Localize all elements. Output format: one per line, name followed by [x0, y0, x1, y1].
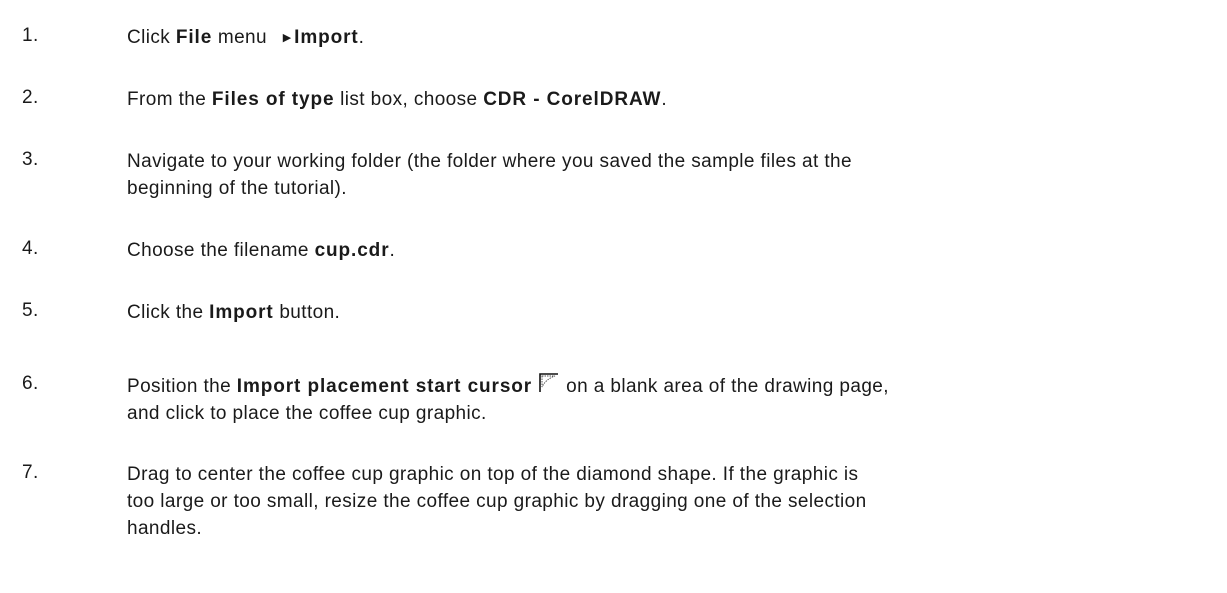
step-text-run: Drag to center the coffee cup graphic on…: [127, 464, 859, 485]
step-text-run: Click the: [127, 302, 210, 323]
bold-term: Files of type: [211, 89, 335, 110]
step-number: 5.: [22, 300, 39, 321]
step-text-run: beginning of the tutorial).: [127, 178, 347, 199]
step-number: 3.: [22, 149, 39, 170]
step-text-run: Position the: [127, 376, 237, 397]
bold-term: Import: [209, 302, 274, 323]
bold-term: cup.cdr: [314, 240, 390, 261]
bold-term: Import placement start cursor: [236, 376, 533, 397]
menu-arrow-icon: ▶: [282, 32, 292, 44]
step-text-run: .: [661, 89, 668, 110]
step-text-run: .: [389, 240, 396, 261]
step-text-run: From the: [127, 89, 212, 110]
bold-term: CDR - CorelDRAW: [483, 89, 662, 110]
step-text: Navigate to your working folder (the fol…: [127, 148, 1212, 202]
tutorial-steps: 1. Click File menu ▶ Import. 2. From the …: [0, 0, 1227, 593]
step-text: Choose the filename cup.cdr.: [127, 237, 1212, 264]
step-number: 6.: [22, 373, 39, 394]
step-text-run: Click: [127, 27, 176, 48]
step-text-run: .: [358, 27, 365, 48]
step-number: 4.: [22, 238, 39, 259]
import-placement-cursor-icon: [539, 373, 559, 392]
step-text-run: menu: [212, 27, 273, 48]
step-text: Drag to center the coffee cup graphic on…: [127, 461, 1212, 542]
step-text-run: on a blank area of the drawing page,: [566, 376, 889, 397]
step-number: 2.: [22, 87, 39, 108]
step-text-run: handles.: [127, 518, 203, 539]
step-text: Click File menu ▶ Import.: [127, 24, 1212, 52]
step-text: Position the Import placement start curs…: [127, 372, 1212, 427]
step-text: Click the Import button.: [127, 299, 1212, 326]
step-number: 1.: [22, 25, 39, 46]
step-number: 7.: [22, 462, 39, 483]
step-text-run: Choose the filename: [127, 240, 315, 261]
step-text-run: too large or too small, resize the coffe…: [127, 491, 867, 512]
step-text: From the Files of type list box, choose …: [127, 86, 1212, 113]
step-text-run: list box, choose: [334, 89, 484, 110]
bold-term: File: [175, 27, 213, 48]
step-text-run: button.: [273, 302, 341, 323]
bold-term: Import: [294, 27, 359, 48]
step-text-run: Navigate to your working folder (the fol…: [127, 151, 852, 172]
step-text-run: and click to place the coffee cup graphi…: [127, 403, 487, 424]
